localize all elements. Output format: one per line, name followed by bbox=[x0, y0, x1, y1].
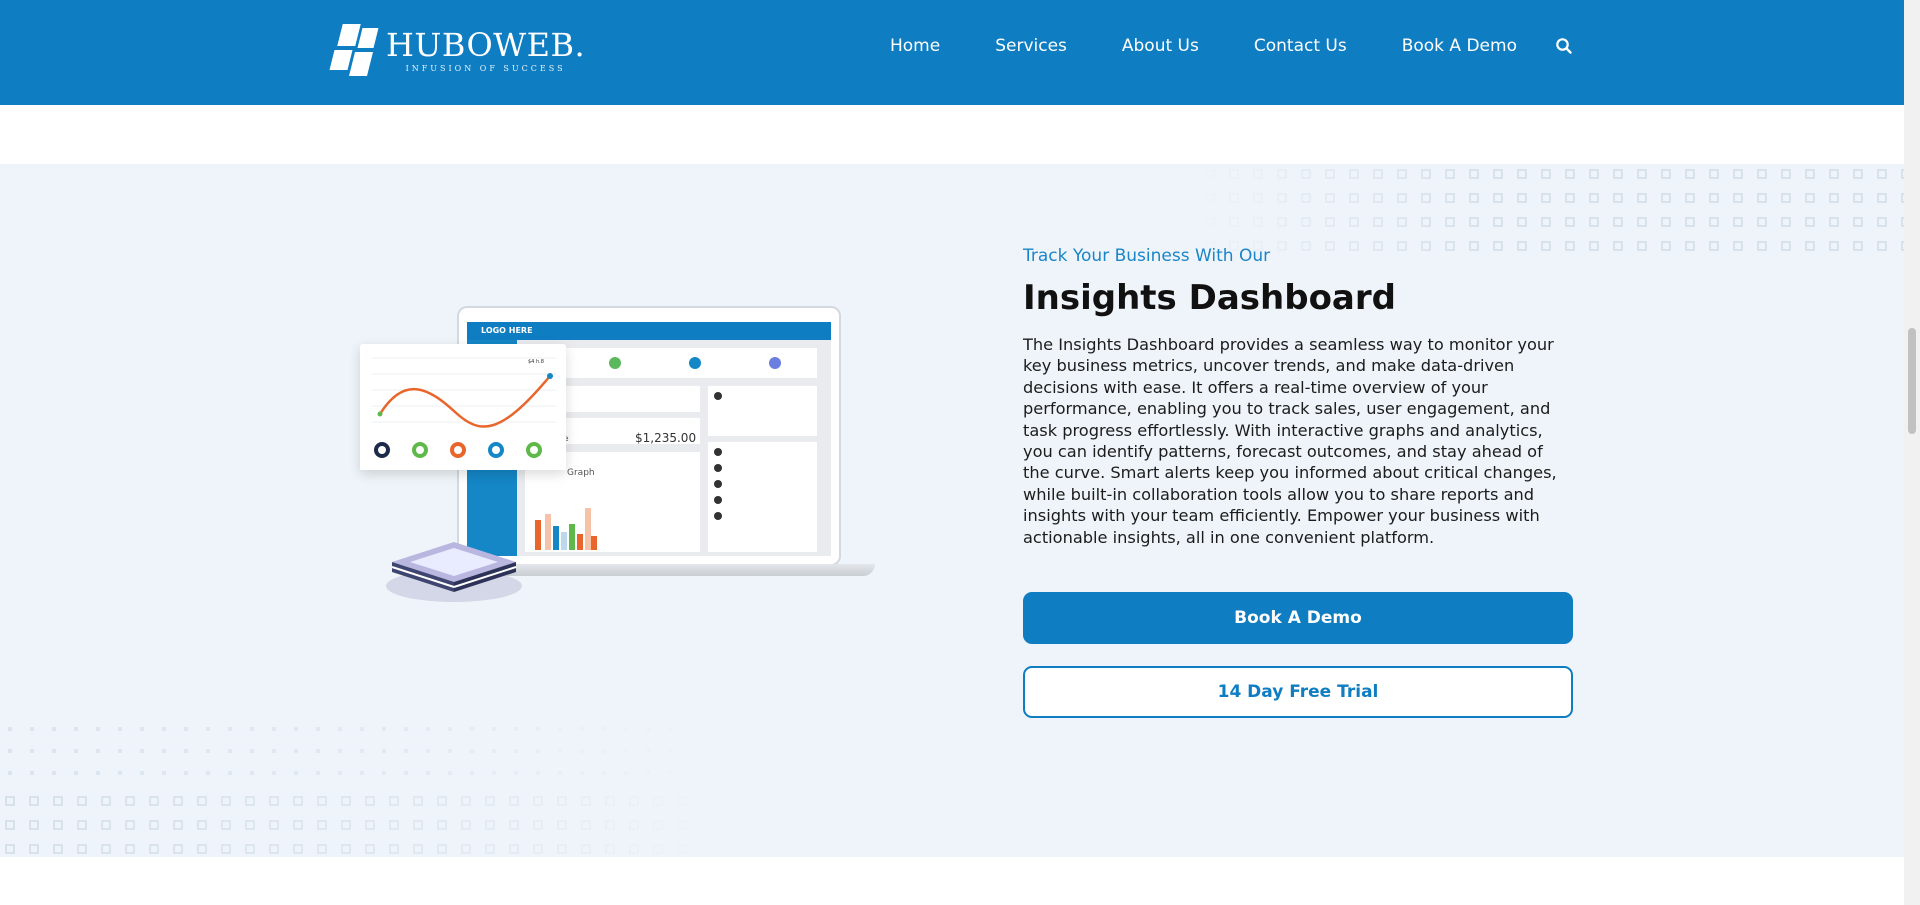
insights-section: LOGO HERE $1,235.00 Graph $4 h.8 bbox=[0, 164, 1904, 857]
chart-tag: $4 h.8 bbox=[528, 359, 544, 365]
nav-contact-us[interactable]: Contact Us bbox=[1254, 36, 1347, 56]
screen-widgets bbox=[525, 348, 817, 552]
nav-services[interactable]: Services bbox=[995, 36, 1067, 56]
screen-logo-label: LOGO HERE bbox=[481, 326, 533, 335]
site-header: HUBOWEB. INFUSION OF SUCCESS Home Servic… bbox=[0, 0, 1904, 105]
brand-tagline: INFUSION OF SUCCESS bbox=[405, 63, 566, 73]
dashboard-illustration: LOGO HERE $1,235.00 Graph $4 h.8 bbox=[360, 300, 880, 610]
section-description: The Insights Dashboard provides a seamle… bbox=[1023, 335, 1557, 547]
book-a-demo-button[interactable]: Book A Demo bbox=[1023, 592, 1573, 644]
graph-label: Graph bbox=[567, 468, 595, 478]
search-icon[interactable] bbox=[1555, 37, 1573, 55]
scrollbar-thumb[interactable] bbox=[1908, 328, 1916, 434]
logo-mark-icon bbox=[329, 24, 380, 76]
brand-name: HUBOWEB. bbox=[386, 25, 586, 64]
decorative-dot-pattern-bottom-left bbox=[0, 719, 700, 857]
free-trial-button[interactable]: 14 Day Free Trial bbox=[1023, 666, 1573, 718]
nav-about-us[interactable]: About Us bbox=[1122, 36, 1199, 56]
balance-value: $1,235.00 bbox=[635, 431, 697, 445]
brand-logo[interactable]: HUBOWEB. INFUSION OF SUCCESS bbox=[329, 24, 585, 76]
nav-home[interactable]: Home bbox=[890, 36, 940, 56]
decorative-dot-pattern-top-right bbox=[1200, 164, 1904, 264]
main-nav: Home Services About Us Contact Us Book A… bbox=[890, 36, 1572, 56]
isometric-pedestal bbox=[386, 542, 522, 602]
nav-book-a-demo[interactable]: Book A Demo bbox=[1402, 36, 1517, 56]
floating-chart-card: $4 h.8 bbox=[360, 344, 566, 470]
section-eyebrow: Track Your Business With Our bbox=[1023, 246, 1271, 266]
page-scrollbar[interactable] bbox=[1904, 0, 1920, 905]
screen-header: LOGO HERE bbox=[467, 322, 831, 340]
logo-text: HUBOWEB. INFUSION OF SUCCESS bbox=[386, 28, 585, 73]
section-title: Insights Dashboard bbox=[1023, 278, 1396, 318]
line-chart-graphic: $4 h.8 bbox=[360, 357, 566, 470]
